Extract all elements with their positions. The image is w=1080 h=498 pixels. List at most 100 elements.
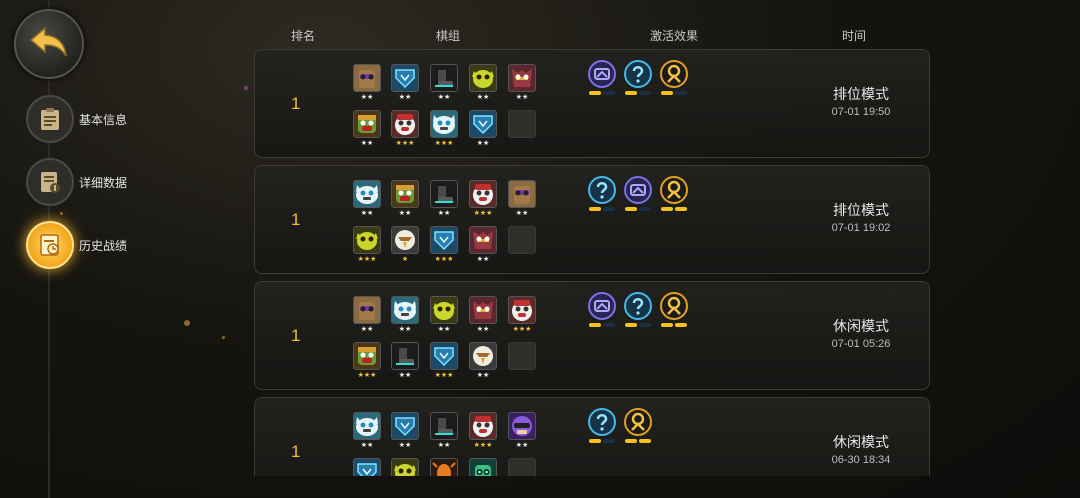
lion-piece-icon — [508, 180, 536, 208]
sidebar-item-2[interactable]: 历史战绩 — [26, 221, 127, 269]
lineup-piece[interactable]: ★★ — [353, 64, 381, 102]
effect-badge[interactable] — [588, 408, 618, 443]
effect-badge[interactable] — [588, 176, 618, 211]
effect-badge[interactable] — [588, 60, 618, 95]
bear-piece-icon — [508, 296, 536, 324]
sidebar-item-label: 历史战绩 — [79, 238, 128, 253]
star-level: ★★ — [398, 210, 412, 217]
mech-effect-icon — [588, 292, 616, 320]
lineup-piece[interactable]: ★★ — [430, 180, 458, 218]
star-level: ★★ — [437, 210, 451, 217]
match-row[interactable]: 1 ★★ ★★ ★★ ★★ ★★ ★★ ★★★ ★★★ ★★ 排位模式 07-01 19:50 — [254, 49, 930, 158]
rank-value: 1 — [291, 94, 301, 113]
effect-badge[interactable] — [624, 408, 654, 443]
red-beast-piece-icon — [508, 64, 536, 92]
effect-badge[interactable] — [624, 60, 654, 95]
lineup-piece[interactable]: ★★★ — [508, 296, 536, 334]
lineup-piece[interactable]: ★★ — [391, 342, 419, 380]
lineup-piece[interactable]: ★★ — [430, 296, 458, 334]
warrior-effect-icon — [660, 60, 688, 88]
bear-piece-icon — [469, 412, 497, 440]
lineup-piece[interactable]: ★★ — [353, 412, 381, 450]
effect-badge[interactable] — [660, 292, 690, 327]
lineup-piece[interactable] — [508, 110, 536, 148]
effect-level-bar — [661, 207, 690, 211]
green-robot-piece-icon — [469, 458, 497, 476]
effect-level-bar — [661, 91, 690, 95]
lineup-piece[interactable]: ★★ — [391, 64, 419, 102]
lineup-piece[interactable]: ★★ — [469, 296, 497, 334]
sidebar-item-0[interactable]: 基本信息 — [26, 95, 127, 143]
header-lineup: 棋组 — [435, 29, 461, 43]
lineup-piece[interactable]: ★★★ — [430, 342, 458, 380]
mage-effect-icon — [588, 408, 616, 436]
mage-effect-icon — [624, 292, 652, 320]
header-time: 时间 — [841, 29, 867, 43]
lineup-piece[interactable]: ★★★ — [430, 110, 458, 148]
lineup-piece[interactable] — [391, 458, 419, 476]
rank-value: 1 — [291, 442, 301, 461]
star-level: ★★★ — [512, 326, 532, 333]
lineup-piece[interactable]: ★★★ — [353, 342, 381, 380]
lineup-piece[interactable]: ★★ — [353, 180, 381, 218]
lineup-piece[interactable] — [508, 458, 536, 476]
lineup-piece[interactable]: ★★★ — [469, 412, 497, 450]
star-level: ★★ — [398, 326, 412, 333]
lineup-piece[interactable]: ★★ — [469, 342, 497, 380]
lineup-piece[interactable]: ★ — [391, 226, 419, 264]
lineup-piece[interactable]: ★★ — [391, 180, 419, 218]
lineup-piece[interactable]: ★★★ — [430, 226, 458, 264]
troll-piece-icon — [353, 110, 381, 138]
lineup-piece[interactable]: ★★★ — [353, 226, 381, 264]
match-time: 06-30 18:34 — [831, 454, 891, 466]
effect-badge[interactable] — [624, 176, 654, 211]
effect-badge[interactable] — [588, 292, 618, 327]
star-level: ★★ — [360, 210, 374, 217]
star-level: ★★ — [476, 94, 490, 101]
lineup-piece[interactable]: ★★ — [508, 412, 536, 450]
lineup-piece[interactable]: ★★ — [469, 226, 497, 264]
lineup-piece[interactable]: ★★★ — [469, 180, 497, 218]
lineup-piece[interactable]: ★★ — [353, 296, 381, 334]
star-level: ★★ — [476, 256, 490, 263]
lineup-piece[interactable] — [469, 458, 497, 476]
match-row[interactable]: 1 ★★ ★★ ★★ ★★★ ★★ 休闲模式 06-30 18:34 — [254, 397, 930, 476]
lineup-piece[interactable] — [430, 458, 458, 476]
effect-badge[interactable] — [660, 60, 690, 95]
lineup-piece[interactable]: ★★ — [353, 110, 381, 148]
effect-badge[interactable] — [624, 292, 654, 327]
lineup-piece[interactable] — [508, 342, 536, 380]
match-row[interactable]: 1 ★★ ★★ ★★ ★★★ ★★ ★★★ ★ ★★★ ★★ 排位模式 07-01 19:02 — [254, 165, 930, 274]
lineup-piece[interactable]: ★★ — [391, 296, 419, 334]
sidebar-item-label: 基本信息 — [79, 112, 128, 127]
lineup-piece[interactable]: ★★ — [430, 64, 458, 102]
lineup-piece[interactable] — [353, 458, 381, 476]
effect-badge[interactable] — [660, 176, 690, 211]
table-header: 排名 棋组 激活效果 时间 — [0, 27, 1080, 45]
match-history-list[interactable]: 1 ★★ ★★ ★★ ★★ ★★ ★★ ★★★ ★★★ ★★ 排位模式 07-01 19:50 1 ★★ ★… — [254, 49, 930, 476]
lineup-piece[interactable]: ★★ — [508, 64, 536, 102]
yeti-piece-icon — [353, 180, 381, 208]
shield-piece-icon — [391, 412, 419, 440]
match-row[interactable]: 1 ★★ ★★ ★★ ★★ ★★★ ★★★ ★★ ★★★ ★★ 休闲模式 07-01 05:26 — [254, 281, 930, 390]
lineup-piece[interactable]: ★★ — [391, 412, 419, 450]
star-level: ★★ — [476, 140, 490, 147]
lineup-piece[interactable]: ★★ — [430, 412, 458, 450]
star-level: ★★★ — [434, 140, 454, 147]
lineup-piece[interactable]: ★★★ — [391, 110, 419, 148]
shield-piece-icon — [353, 458, 381, 476]
game-mode: 休闲模式 — [833, 434, 889, 450]
star-level: ★ — [401, 256, 409, 263]
red-beast-piece-icon — [469, 296, 497, 324]
eagle-piece-icon — [469, 342, 497, 370]
mech-effect-icon — [624, 176, 652, 204]
lineup-piece[interactable]: ★★ — [469, 64, 497, 102]
sidebar-item-1[interactable]: 详细数据 — [26, 158, 127, 206]
lineup-piece[interactable]: ★★ — [508, 180, 536, 218]
lineup-piece[interactable] — [508, 226, 536, 264]
lineup-piece[interactable]: ★★ — [469, 110, 497, 148]
star-level: ★★★ — [473, 210, 493, 217]
empty-slot — [508, 342, 536, 370]
yellow-goblin-piece-icon — [469, 64, 497, 92]
boot-piece-icon — [430, 180, 458, 208]
